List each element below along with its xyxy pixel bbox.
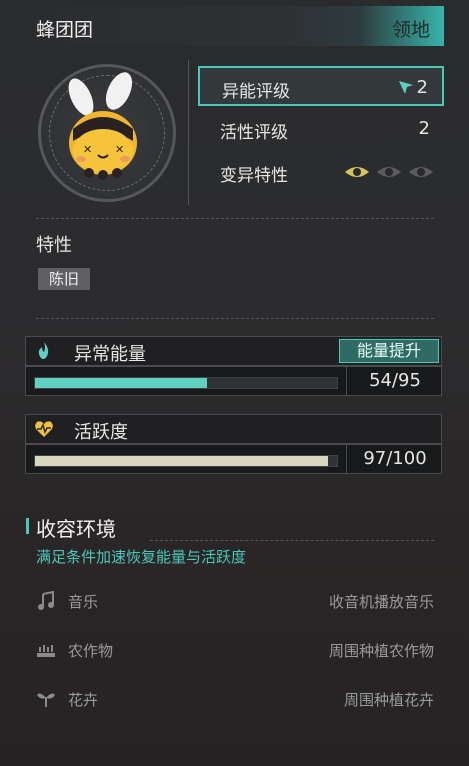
environment-item-label: 农作物 [68,642,114,660]
svg-text:✕: ✕ [83,143,92,156]
environment-item-requirement: 周围种植农作物 [328,642,434,660]
energy-value: 54/95 [346,367,443,395]
traits-title: 特性 [36,235,72,256]
flame-icon [38,342,49,359]
sprout-icon [37,693,55,707]
environment-item-requirement: 收音机播放音乐 [328,593,434,611]
environment-title: 收容环境 [36,517,116,541]
energy-track [34,377,338,389]
energy-boost-button[interactable]: 能量提升 [339,339,439,363]
activity-value: 97/100 [346,445,443,473]
crop-field-icon [37,645,55,657]
eye-icon [345,167,369,177]
energy-header: 异常能量 能量提升 [25,336,442,366]
environment-subtitle: 满足条件加速恢复能量与活跃度 [36,548,247,566]
activity-title: 活跃度 [74,422,128,443]
stat-ability-rating[interactable]: 异能评级 2 [198,66,444,106]
activity-bar-row: 97/100 [25,444,442,474]
stat-label: 变异特性 [220,166,288,186]
energy-fill [35,378,207,388]
environment-item-requirement: 周围种植花卉 [343,691,434,709]
territory-tab[interactable]: 领地 [392,15,430,42]
mutation-eyes [344,164,434,180]
stat-label: 活性评级 [220,123,288,143]
eye-icon [377,167,401,177]
svg-text:✕: ✕ [115,143,124,156]
divider [36,218,434,219]
section-accent [26,518,29,534]
music-note-icon [38,591,54,610]
environment-item-flowers: 花卉 周围种植花卉 [36,687,434,711]
divider [36,318,434,319]
eye-icon [409,167,433,177]
bee-mascot-icon: ✕ ✕ [68,72,137,180]
energy-title: 异常能量 [74,344,146,365]
header-bar: 蜂团团 领地 [22,6,444,46]
stat-activity-rating[interactable]: 活性评级 2 [198,109,444,149]
divider [188,60,189,205]
creature-avatar: ✕ ✕ [38,64,176,202]
activity-header: 活跃度 [25,414,442,444]
environment-item-label: 花卉 [68,691,99,709]
creature-name: 蜂团团 [36,19,94,41]
activity-track [34,455,338,467]
activity-fill [35,456,328,466]
stat-label: 异能评级 [222,82,290,102]
environment-item-crops: 农作物 周围种植农作物 [36,638,434,662]
divider [150,540,434,541]
environment-item-label: 音乐 [68,593,99,611]
environment-item-music: 音乐 收音机播放音乐 [36,589,434,613]
trait-chip[interactable]: 陈旧 [38,268,90,290]
energy-bar-row: 54/95 [25,366,442,396]
heartbeat-icon [35,421,53,437]
stat-value: 2 [418,118,430,139]
stat-value: 2 [416,77,428,98]
stat-mutation[interactable]: 变异特性 [198,152,444,192]
rating-arrow-icon [399,81,413,94]
